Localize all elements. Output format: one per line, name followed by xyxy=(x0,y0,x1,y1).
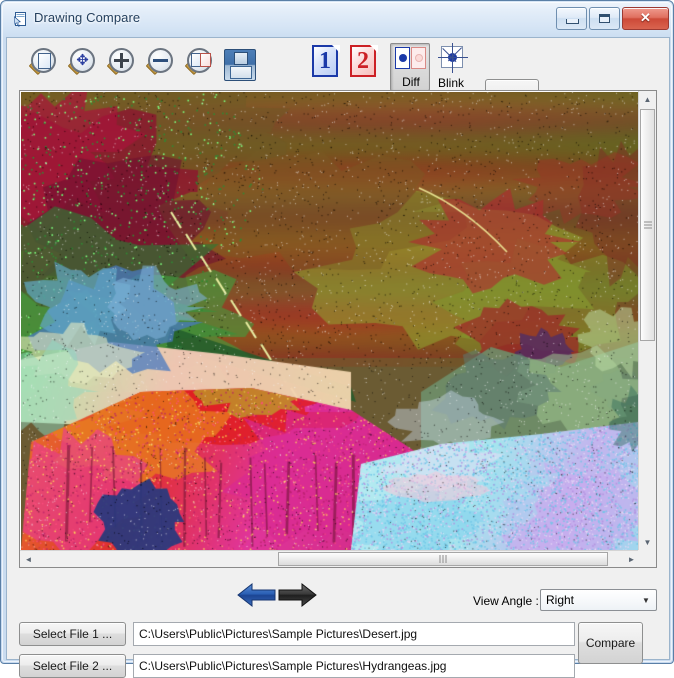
maximize-icon xyxy=(599,14,610,23)
pan-tool-button[interactable]: ✥ xyxy=(64,45,102,83)
scroll-down-icon[interactable]: ▼ xyxy=(639,534,656,551)
drawing-compare-icon xyxy=(14,12,26,27)
scrollbar-grip-icon xyxy=(643,221,652,229)
file-1-path-input[interactable]: C:\Users\Public\Pictures\Sample Pictures… xyxy=(133,622,575,646)
view-file-1-button[interactable]: 1 xyxy=(310,44,342,82)
arrow-right-icon xyxy=(278,582,317,608)
view-diff-button[interactable]: Diff xyxy=(390,43,430,91)
minimize-button[interactable] xyxy=(556,7,587,30)
view-blink-label: Blink xyxy=(437,76,464,90)
file-2-path-input[interactable]: C:\Users\Public\Pictures\Sample Pictures… xyxy=(133,654,575,678)
view-diff-label: Diff xyxy=(402,75,420,89)
drawing-compare-window: Drawing Compare ✕ ✥ 1 2 Diff Blink ▲ ▼ ◄… xyxy=(0,0,674,678)
floppy-disk-icon xyxy=(224,49,256,81)
file-row-1: Select File 1 ... C:\Users\Public\Pictur… xyxy=(19,622,579,646)
minimize-icon xyxy=(566,19,579,24)
magnifier-pan-icon: ✥ xyxy=(64,45,102,83)
view-blink-button[interactable]: Blink xyxy=(431,43,471,91)
scrollbar-grip-icon xyxy=(439,555,447,563)
diff-image-canvas-wrap xyxy=(21,92,638,550)
arrow-left-icon xyxy=(237,582,276,608)
image-viewer-panel[interactable]: ▲ ▼ ◄ ► xyxy=(19,90,657,568)
maximize-button[interactable] xyxy=(589,7,620,30)
horizontal-scrollbar[interactable]: ◄ ► xyxy=(20,550,640,567)
horizontal-scrollbar-thumb[interactable] xyxy=(278,552,608,566)
scroll-left-icon[interactable]: ◄ xyxy=(20,551,37,567)
window-controls: ✕ xyxy=(556,7,669,30)
magnifier-minus-icon xyxy=(142,45,180,83)
vertical-scrollbar[interactable]: ▲ ▼ xyxy=(638,91,656,551)
magnifier-plus-icon xyxy=(103,45,141,83)
diff-pages-icon xyxy=(391,46,431,72)
close-button[interactable]: ✕ xyxy=(622,7,669,30)
compare-button[interactable]: Compare xyxy=(578,622,643,664)
zoom-fit-page-button[interactable] xyxy=(25,45,63,83)
zoom-compare-button[interactable] xyxy=(181,45,219,83)
magnifier-two-pages-icon xyxy=(181,45,219,83)
diff-image[interactable] xyxy=(21,92,638,550)
vertical-scrollbar-thumb[interactable] xyxy=(640,109,655,341)
view-angle-value: Right xyxy=(546,593,575,607)
blink-icon xyxy=(431,43,471,73)
select-file-2-button[interactable]: Select File 2 ... xyxy=(19,654,126,678)
next-difference-button[interactable] xyxy=(275,578,319,612)
zoom-out-button[interactable] xyxy=(142,45,180,83)
page-two-label: 2 xyxy=(357,47,369,74)
file-row-2: Select File 2 ... C:\Users\Public\Pictur… xyxy=(19,654,579,678)
save-button[interactable] xyxy=(220,45,258,83)
select-file-1-button[interactable]: Select File 1 ... xyxy=(19,622,126,646)
chevron-down-icon: ▼ xyxy=(642,595,650,605)
close-icon: ✕ xyxy=(640,10,651,25)
toolbar: ✥ 1 2 Diff Blink xyxy=(7,38,669,119)
zoom-in-button[interactable] xyxy=(103,45,141,83)
previous-difference-button[interactable] xyxy=(235,578,279,612)
scroll-up-icon[interactable]: ▲ xyxy=(639,91,656,108)
window-title: Drawing Compare xyxy=(34,10,141,25)
client-area: ✥ 1 2 Diff Blink ▲ ▼ ◄ ► View Angle: Ri… xyxy=(6,37,670,678)
magnifier-page-icon xyxy=(25,45,63,83)
view-angle-label: View Angle : xyxy=(473,594,539,608)
title-bar[interactable]: Drawing Compare ✕ xyxy=(1,1,674,37)
scrollbar-corner xyxy=(638,550,656,567)
view-angle-select[interactable]: Right ▼ xyxy=(540,589,657,611)
page-one-label: 1 xyxy=(319,47,331,74)
view-file-2-button[interactable]: 2 xyxy=(348,44,380,82)
